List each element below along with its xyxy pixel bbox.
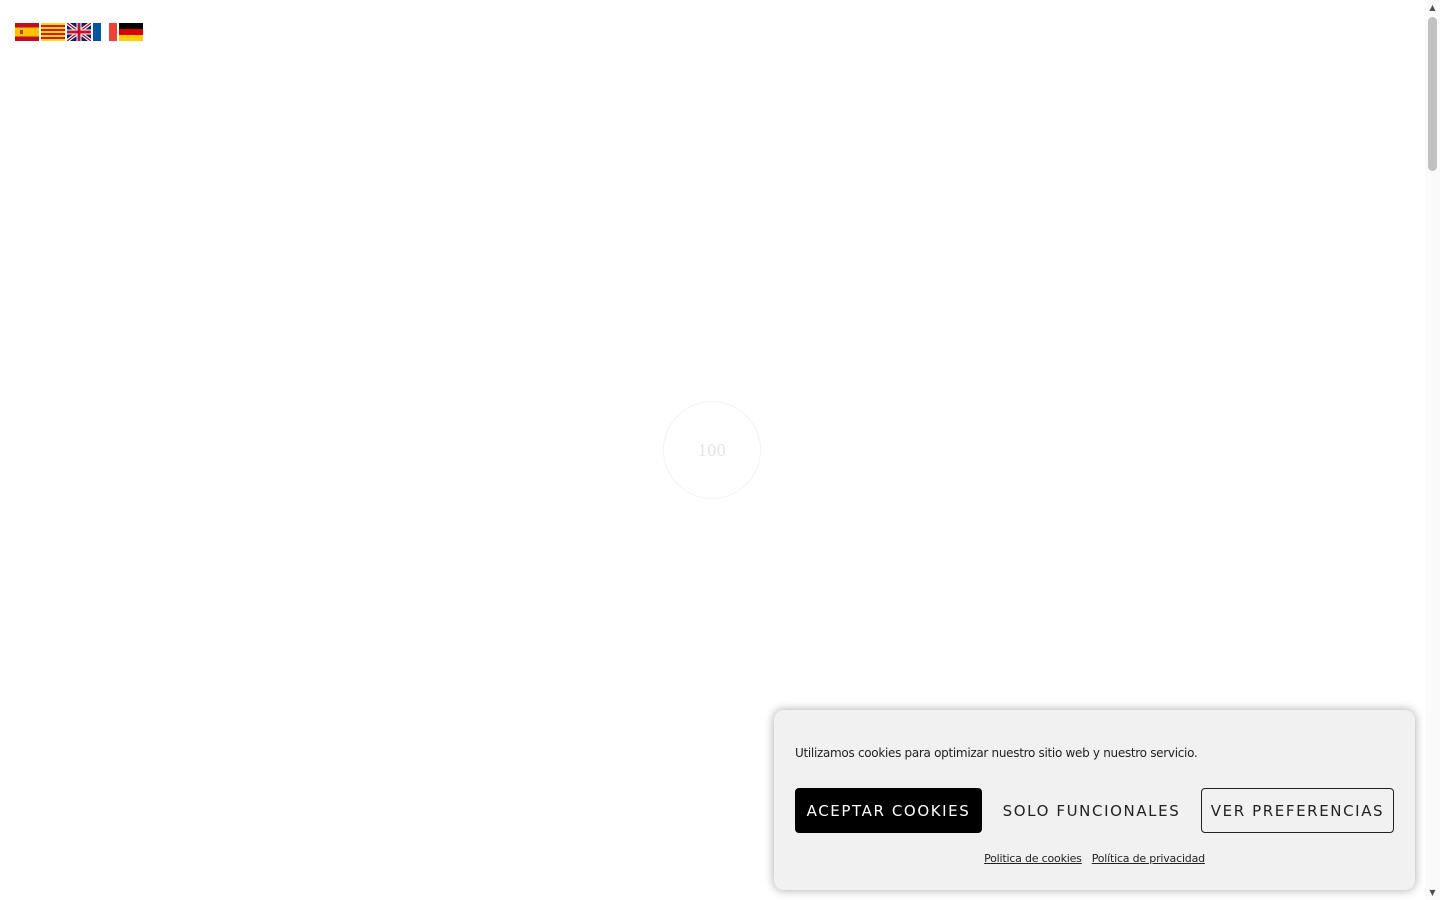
vertical-scrollbar[interactable]: ▲ ▼ [1425,0,1440,900]
cookie-policy-links: Politica de cookies Política de privacid… [795,852,1394,865]
preloader-circle: 100 [663,401,761,499]
cookie-button-group: Aceptar cookies Solo funcionales Ver pre… [795,788,1394,833]
scroll-up-arrow-icon[interactable]: ▲ [1425,0,1440,15]
scroll-down-arrow-icon[interactable]: ▼ [1425,885,1440,900]
cookie-message: Utilizamos cookies para optimizar nuestr… [795,746,1198,760]
cookie-policy-link[interactable]: Politica de cookies [984,852,1082,865]
functional-only-button[interactable]: Solo funcionales [982,788,1201,833]
flag-uk-icon[interactable] [67,23,91,41]
flag-france-icon[interactable] [93,23,117,41]
view-preferences-button[interactable]: Ver preferencias [1201,788,1394,833]
accept-cookies-button[interactable]: Aceptar cookies [795,788,982,833]
cookie-consent-banner: Utilizamos cookies para optimizar nuestr… [774,710,1415,890]
privacy-policy-link[interactable]: Política de privacidad [1092,852,1205,865]
flag-catalonia-icon[interactable] [41,23,65,41]
scrollbar-thumb[interactable] [1428,17,1437,171]
language-selector [15,23,143,41]
flag-spain-icon[interactable] [15,23,39,41]
flag-germany-icon[interactable] [119,23,143,41]
preloader-counter: 100 [697,439,727,460]
page: 100 ▲ ▼ Utilizamos cookies para optimiza… [0,0,1440,900]
